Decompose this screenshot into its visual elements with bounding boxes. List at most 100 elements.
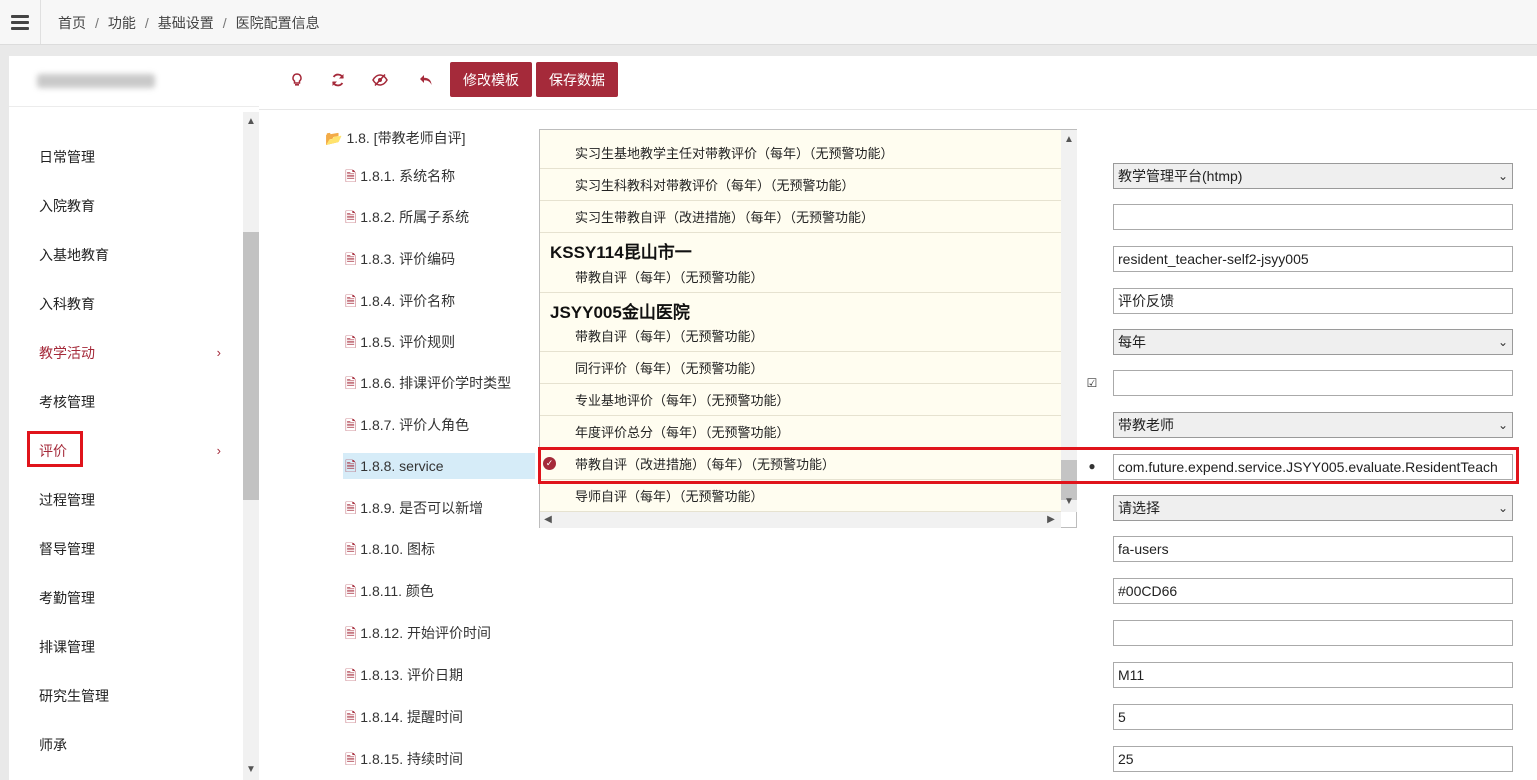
sidebar-item-mentorship[interactable]: 师承: [39, 733, 229, 757]
refresh-icon[interactable]: [325, 70, 351, 96]
dropdown-option[interactable]: 导师自评（每年）（无预警功能）: [540, 481, 1061, 512]
file-icon: 🗎: [345, 458, 357, 474]
sidebar-item-supervision[interactable]: 督导管理: [39, 537, 229, 561]
tree-folder-teacher-self-eval[interactable]: 📂 1.8. [带教老师自评]: [325, 128, 465, 148]
tree-node-eval-name[interactable]: 🗎 1.8.4. 评价名称: [343, 288, 535, 314]
chevron-down-icon: ⌄: [1497, 501, 1508, 515]
file-icon: 🗎: [345, 209, 357, 225]
tree-node-course-hour-type[interactable]: 🗎 1.8.6. 排课评价学时类型: [343, 370, 535, 396]
sidebar-item-base-education[interactable]: 入基地教育: [39, 243, 229, 267]
tree-node-remind-time[interactable]: 🗎 1.8.14. 提醒时间: [343, 704, 535, 730]
evaluation-highlight-box: [27, 431, 83, 467]
hamburger-icon: [11, 12, 29, 33]
tree-node-evaluator-role[interactable]: 🗎 1.8.7. 评价人角色: [343, 412, 535, 438]
undo-icon[interactable]: [413, 70, 439, 96]
dropdown-option[interactable]: 年度评价总分（每年）（无预警功能）: [540, 417, 1061, 448]
tree-node-duration[interactable]: 🗎 1.8.15. 持续时间: [343, 746, 535, 772]
eval-rule-select[interactable]: 每年 ⌄: [1113, 329, 1513, 355]
dropdown-option[interactable]: 带教自评（每年）（无预警功能）: [540, 262, 1061, 293]
eval-name-input[interactable]: 评价反馈: [1113, 288, 1513, 314]
dropdown-option[interactable]: 专业基地评价（每年）（无预警功能）: [540, 385, 1061, 416]
dropdown-option[interactable]: 实习生带教自评（改进措施）（每年）（无预警功能）: [540, 202, 1061, 233]
color-input[interactable]: #00CD66: [1113, 578, 1513, 604]
file-icon: 🗎: [345, 625, 357, 641]
eye-slash-icon[interactable]: [367, 70, 393, 96]
sidebar-item-attendance[interactable]: 考勤管理: [39, 586, 229, 610]
tree-node-color[interactable]: 🗎 1.8.11. 颜色: [343, 578, 535, 604]
file-icon: 🗎: [345, 709, 357, 725]
sidebar-item-process-management[interactable]: 过程管理: [39, 488, 229, 512]
breadcrumb-basic-settings[interactable]: 基础设置: [158, 15, 214, 31]
dropdown-option[interactable]: 实习生科教科对带教评价（每年）（无预警功能）: [540, 170, 1061, 201]
eval-code-input[interactable]: resident_teacher-self2-jsyy005: [1113, 246, 1513, 272]
scroll-right-icon[interactable]: ▶: [1043, 512, 1059, 528]
scroll-up-icon[interactable]: ▲: [243, 114, 259, 130]
breadcrumb: 首页 / 功能 / 基础设置 / 医院配置信息: [58, 15, 320, 31]
sidebar-item-daily-management[interactable]: 日常管理: [39, 145, 229, 169]
dropdown-group-jsyy005: JSYY005金山医院: [550, 303, 690, 322]
breadcrumb-hospital-config: 医院配置信息: [235, 15, 320, 31]
tree-node-service[interactable]: 🗎 1.8.8. service: [343, 453, 535, 479]
file-icon: 🗎: [345, 293, 357, 309]
sidebar-scrollbar[interactable]: ▲ ▼: [243, 112, 259, 780]
toolbar: 修改模板 保存数据: [259, 56, 1537, 110]
menu-toggle-button[interactable]: [0, 0, 41, 44]
sidebar-item-scheduling[interactable]: 排课管理: [39, 635, 229, 659]
file-icon: 🗎: [345, 751, 357, 767]
chevron-down-icon: ⌄: [1497, 335, 1508, 349]
chevron-down-icon: ⌄: [1497, 418, 1508, 432]
sidebar-item-hospital-education[interactable]: 入院教育: [39, 194, 229, 218]
blurred-username: [37, 74, 155, 88]
bulb-icon[interactable]: [284, 70, 310, 96]
subsystem-input[interactable]: [1113, 204, 1513, 230]
file-icon: 🗎: [345, 583, 357, 599]
sidebar: 日常管理 入院教育 入基地教育 入科教育 教学活动 › 考核管理 评价 › 过程管理…: [9, 56, 260, 780]
chevron-right-icon: ›: [216, 443, 221, 458]
dropdown-option[interactable]: 同行评价（每年）（无预警功能）: [540, 353, 1061, 384]
dropdown-option[interactable]: 带教自评（每年）（无预警功能）: [540, 321, 1061, 352]
save-data-button[interactable]: 保存数据: [536, 62, 618, 97]
top-bar: 首页 / 功能 / 基础设置 / 医院配置信息: [0, 0, 1537, 45]
tree-node-eval-code[interactable]: 🗎 1.8.3. 评价编码: [343, 246, 535, 272]
tree-node-start-time[interactable]: 🗎 1.8.12. 开始评价时间: [343, 620, 535, 646]
edit-template-button[interactable]: 修改模板: [450, 62, 532, 97]
scroll-left-icon[interactable]: ◀: [540, 512, 556, 528]
sidebar-scroll-thumb[interactable]: [243, 232, 259, 500]
evaluator-role-select[interactable]: 带教老师 ⌄: [1113, 412, 1513, 438]
tree-node-eval-date[interactable]: 🗎 1.8.13. 评价日期: [343, 662, 535, 688]
icon-input[interactable]: fa-users: [1113, 536, 1513, 562]
tree-node-icon[interactable]: 🗎 1.8.10. 图标: [343, 536, 535, 562]
breadcrumb-function[interactable]: 功能: [108, 15, 136, 31]
file-icon: 🗎: [345, 168, 357, 184]
course-hour-type-input[interactable]: [1113, 370, 1513, 396]
file-icon: 🗎: [345, 417, 357, 433]
service-highlight-box: [538, 447, 1519, 484]
dropdown-horizontal-scrollbar[interactable]: ◀ ▶: [540, 512, 1061, 528]
tree-node-system-name[interactable]: 🗎 1.8.1. 系统名称: [343, 163, 535, 189]
checkbox-checked-icon[interactable]: ☑: [1085, 376, 1099, 390]
duration-input[interactable]: 25: [1113, 746, 1513, 772]
eval-date-input[interactable]: M11: [1113, 662, 1513, 688]
dropdown-option[interactable]: 实习生基地教学主任对带教评价（每年）（无预警功能）: [540, 138, 1061, 169]
sidebar-user-panel: [9, 56, 259, 107]
file-icon: 🗎: [345, 541, 357, 557]
chevron-down-icon: ⌄: [1497, 169, 1508, 183]
tree-node-can-add[interactable]: 🗎 1.8.9. 是否可以新增: [343, 495, 535, 521]
file-icon: 🗎: [345, 251, 357, 267]
scroll-up-icon[interactable]: ▲: [1061, 132, 1077, 148]
sidebar-item-exam-management[interactable]: 考核管理: [39, 390, 229, 414]
file-icon: 🗎: [345, 500, 357, 516]
system-name-select[interactable]: 教学管理平台(htmp) ⌄: [1113, 163, 1513, 189]
scroll-down-icon[interactable]: ▼: [1061, 494, 1077, 510]
folder-open-icon: 📂: [325, 130, 343, 146]
sidebar-item-teaching-activity[interactable]: 教学活动 ›: [39, 341, 229, 365]
sidebar-item-graduate[interactable]: 研究生管理: [39, 684, 229, 708]
start-time-input[interactable]: [1113, 620, 1513, 646]
can-add-select[interactable]: 请选择 ⌄: [1113, 495, 1513, 521]
remind-time-input[interactable]: 5: [1113, 704, 1513, 730]
scroll-down-icon[interactable]: ▼: [243, 762, 259, 778]
tree-node-eval-rule[interactable]: 🗎 1.8.5. 评价规则: [343, 329, 535, 355]
sidebar-item-department-education[interactable]: 入科教育: [39, 292, 229, 316]
breadcrumb-home[interactable]: 首页: [58, 15, 86, 31]
tree-node-subsystem[interactable]: 🗎 1.8.2. 所属子系统: [343, 204, 535, 230]
